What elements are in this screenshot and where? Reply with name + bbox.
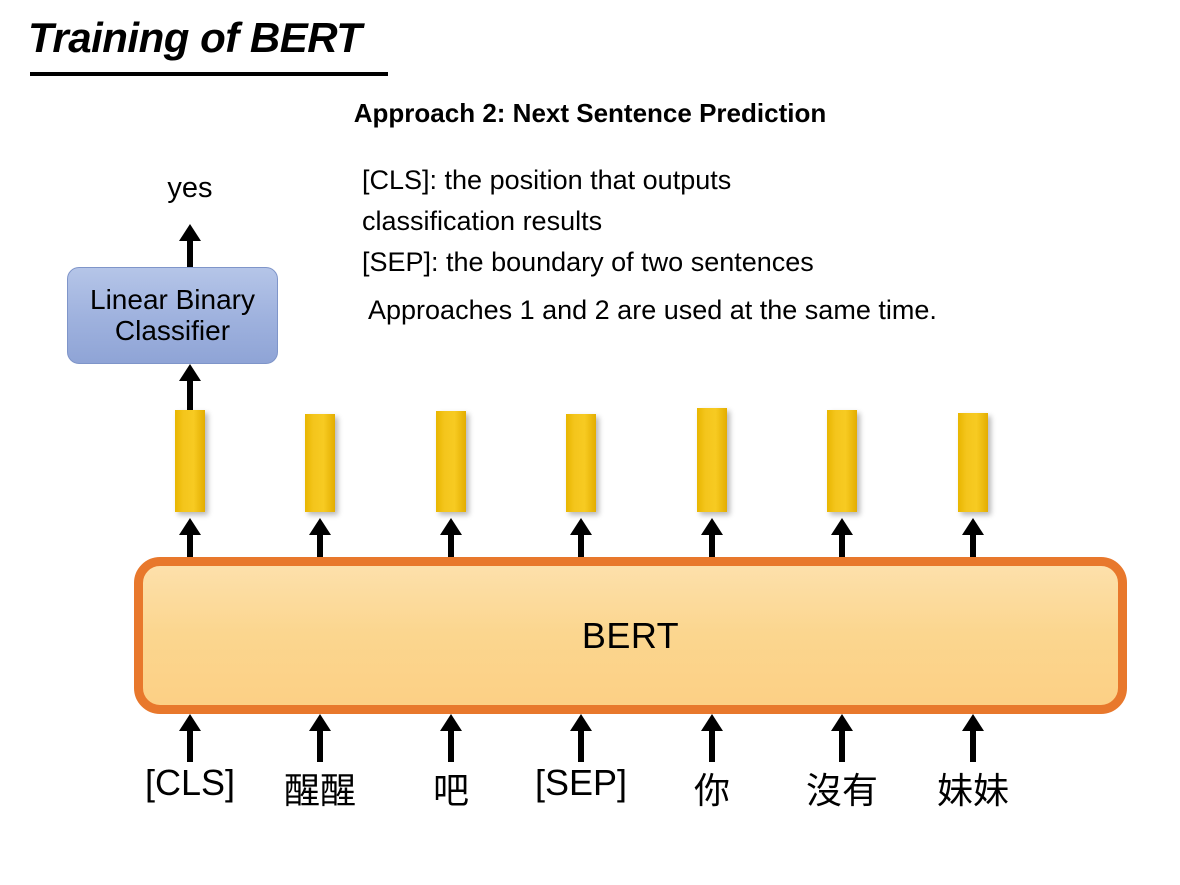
arrow-token-to-bert — [959, 714, 987, 762]
arrow-shaft — [187, 532, 193, 558]
arrow-bert-to-embedding — [437, 518, 465, 558]
arrow-shaft — [578, 728, 584, 762]
arrow-token-to-bert — [176, 714, 204, 762]
arrow-bert-to-embedding — [959, 518, 987, 558]
arrow-classifier-to-output — [176, 224, 204, 268]
arrow-shaft — [317, 728, 323, 762]
arrow-shaft — [317, 532, 323, 558]
arrow-shaft — [709, 728, 715, 762]
arrow-shaft — [578, 532, 584, 558]
arrow-token-to-bert — [437, 714, 465, 762]
arrow-shaft — [187, 728, 193, 762]
bert-encoder-box: BERT — [134, 557, 1127, 714]
arrow-token-to-bert — [698, 714, 726, 762]
arrow-bert-to-embedding — [306, 518, 334, 558]
linear-binary-classifier-box: Linear Binary Classifier — [67, 267, 278, 364]
page-title: Training of BERT — [28, 14, 362, 61]
embedding-bar — [697, 408, 727, 512]
arrow-token-to-bert — [306, 714, 334, 762]
title-underline — [30, 72, 388, 76]
note-line-sep: [SEP]: the boundary of two sentences — [362, 247, 814, 277]
slide-canvas: Training of BERT Approach 2: Next Senten… — [0, 0, 1180, 885]
note-line-cls: [CLS]: the position that outputs — [362, 165, 732, 195]
arrow-shaft — [187, 238, 193, 268]
input-token-5: 沒有 — [805, 771, 878, 812]
slide-subtitle: Approach 2: Next Sentence Prediction — [353, 98, 827, 128]
bert-label: BERT — [581, 614, 680, 656]
arrow-token-to-bert — [567, 714, 595, 762]
input-token-3: [SEP] — [534, 762, 628, 803]
input-token-2: 吧 — [432, 771, 469, 812]
arrow-shaft — [448, 728, 454, 762]
embedding-bar — [566, 414, 596, 512]
note-line-footer: Approaches 1 and 2 are used at the same … — [368, 295, 937, 325]
arrow-bert-to-embedding — [698, 518, 726, 558]
arrow-shaft — [839, 532, 845, 558]
arrow-shaft — [448, 532, 454, 558]
input-token-4: 你 — [693, 771, 730, 812]
arrow-shaft — [839, 728, 845, 762]
arrow-token-to-bert — [828, 714, 856, 762]
arrow-shaft — [709, 532, 715, 558]
embedding-bar — [175, 410, 205, 512]
embedding-bar — [827, 410, 857, 512]
notes-block: [CLS]: the position that outputs classif… — [362, 160, 1162, 331]
output-label-yes: yes — [167, 172, 213, 204]
arrow-cls-embedding-to-classifier — [176, 364, 204, 412]
arrow-bert-to-embedding — [176, 518, 204, 558]
embedding-bar — [436, 411, 466, 512]
arrow-bert-to-embedding — [828, 518, 856, 558]
input-token-0: [CLS] — [144, 762, 236, 803]
arrow-bert-to-embedding — [567, 518, 595, 558]
arrow-shaft — [970, 532, 976, 558]
arrow-shaft — [187, 378, 193, 412]
embedding-bar — [305, 414, 335, 512]
classifier-label-line1: Linear Binary — [90, 284, 255, 316]
input-token-1: 醒醒 — [283, 771, 356, 812]
arrow-shaft — [970, 728, 976, 762]
input-token-6: 妹妹 — [936, 771, 1009, 812]
note-line-cls-cont: classification results — [362, 206, 603, 236]
embedding-bar — [958, 413, 988, 512]
classifier-label-line2: Classifier — [114, 314, 231, 346]
